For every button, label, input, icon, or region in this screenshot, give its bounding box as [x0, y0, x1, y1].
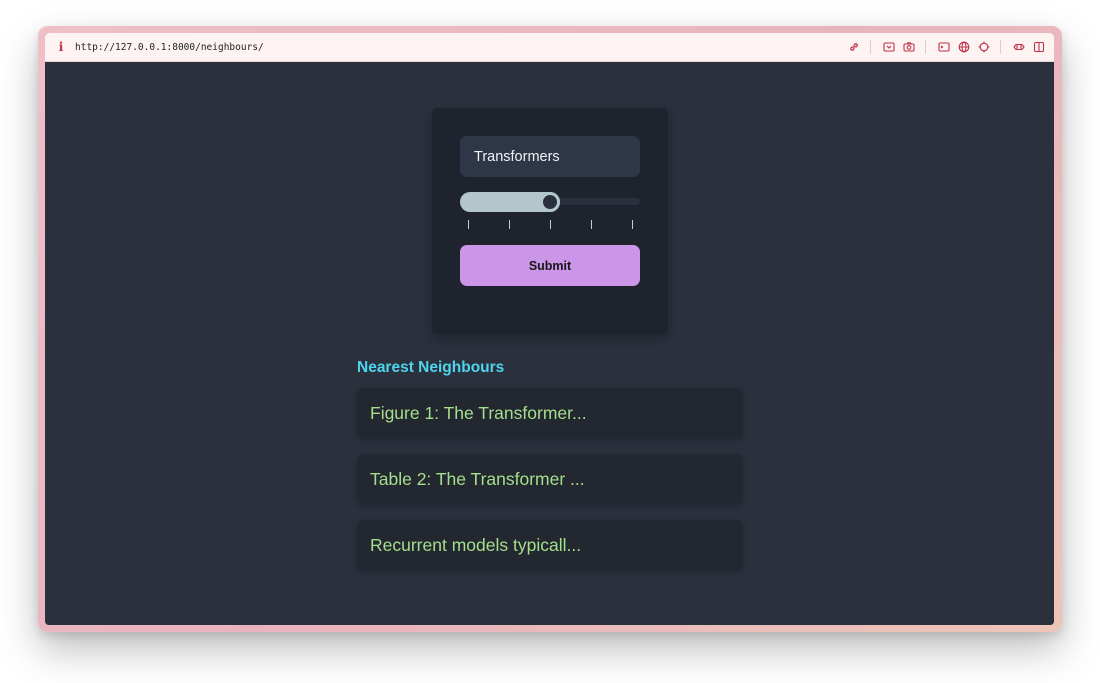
info-icon[interactable]: i — [53, 40, 69, 54]
toolbar-separator — [925, 40, 926, 54]
result-item[interactable]: Recurrent models typicall... — [357, 520, 743, 570]
page-content: Submit Nearest Neighbours Figure 1: The … — [45, 62, 1054, 625]
toolbar-actions — [843, 33, 1048, 61]
screenshot-icon[interactable] — [880, 38, 898, 56]
result-text: Figure 1: The Transformer... — [370, 402, 587, 423]
result-text: Table 2: The Transformer ... — [370, 468, 585, 489]
slider-ticks — [460, 220, 640, 230]
slider-tick — [550, 220, 551, 229]
result-text: Recurrent models typicall... — [370, 534, 582, 555]
crosshair-icon[interactable] — [975, 38, 993, 56]
window-frame: i http://127.0.0.1:8000/neighbours/ Tran… — [38, 26, 1062, 632]
slider-tick — [468, 220, 469, 229]
results-title: Nearest Neighbours — [357, 359, 505, 376]
slider-tick — [509, 220, 510, 229]
split-view-icon[interactable] — [1030, 38, 1048, 56]
slider-thumb[interactable] — [540, 192, 560, 212]
link-icon[interactable] — [845, 38, 863, 56]
address-bar-url[interactable]: http://127.0.0.1:8000/neighbours/ — [75, 42, 264, 53]
browser-toolbar: i http://127.0.0.1:8000/neighbours/ — [45, 33, 1054, 62]
result-item[interactable]: Figure 1: The Transformer... — [357, 388, 743, 438]
globe-icon[interactable] — [955, 38, 973, 56]
submit-button[interactable]: Submit — [460, 245, 640, 286]
search-form-card: Submit — [432, 108, 668, 334]
browser-window: i http://127.0.0.1:8000/neighbours/ Tran… — [45, 33, 1054, 625]
slider-tick — [591, 220, 592, 229]
responsive-icon[interactable] — [1010, 38, 1028, 56]
toolbar-separator — [1000, 40, 1001, 54]
query-input[interactable] — [460, 136, 640, 177]
camera-icon[interactable] — [900, 38, 918, 56]
result-item[interactable]: Table 2: The Transformer ... — [357, 454, 743, 504]
toolbar-separator — [870, 40, 871, 54]
neighbour-count-slider[interactable] — [460, 192, 640, 212]
slider-tick — [632, 220, 633, 229]
terminal-icon[interactable] — [935, 38, 953, 56]
